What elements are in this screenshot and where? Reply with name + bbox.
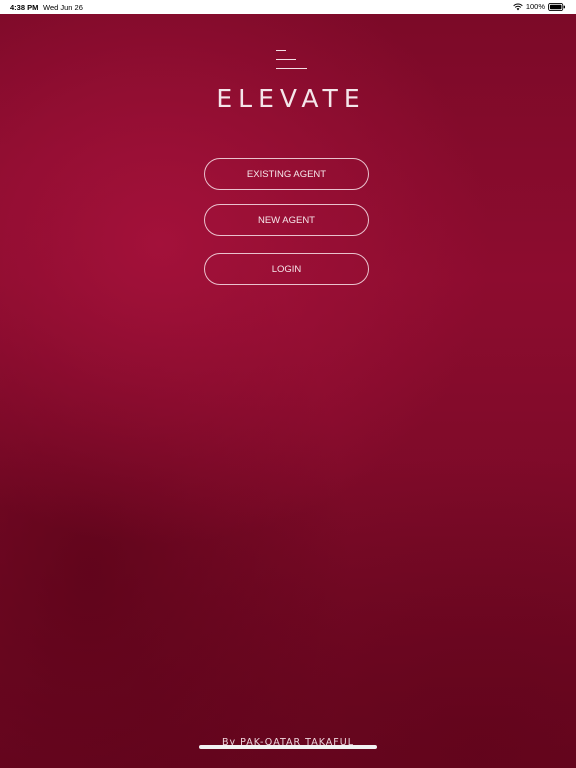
status-indicators: 100% <box>513 2 566 11</box>
wifi-icon <box>513 3 523 10</box>
new-agent-button[interactable]: NEW AGENT <box>204 204 369 236</box>
app-background: ELEVATE EXISTING AGENT NEW AGENT LOGIN B… <box>0 14 576 768</box>
battery-icon <box>548 2 565 11</box>
status-date: Wed Jun 26 <box>43 3 83 12</box>
login-button[interactable]: LOGIN <box>204 253 369 285</box>
menu-lines-logo-icon <box>275 50 309 76</box>
existing-agent-button[interactable]: EXISTING AGENT <box>204 158 369 190</box>
battery-percentage: 100% <box>525 2 545 11</box>
status-time: 4:38 PM <box>10 3 39 12</box>
status-bar: 4:38 PM Wed Jun 26 100% <box>0 0 576 14</box>
home-indicator[interactable] <box>199 745 377 749</box>
app-logo-text: ELEVATE <box>216 84 366 113</box>
